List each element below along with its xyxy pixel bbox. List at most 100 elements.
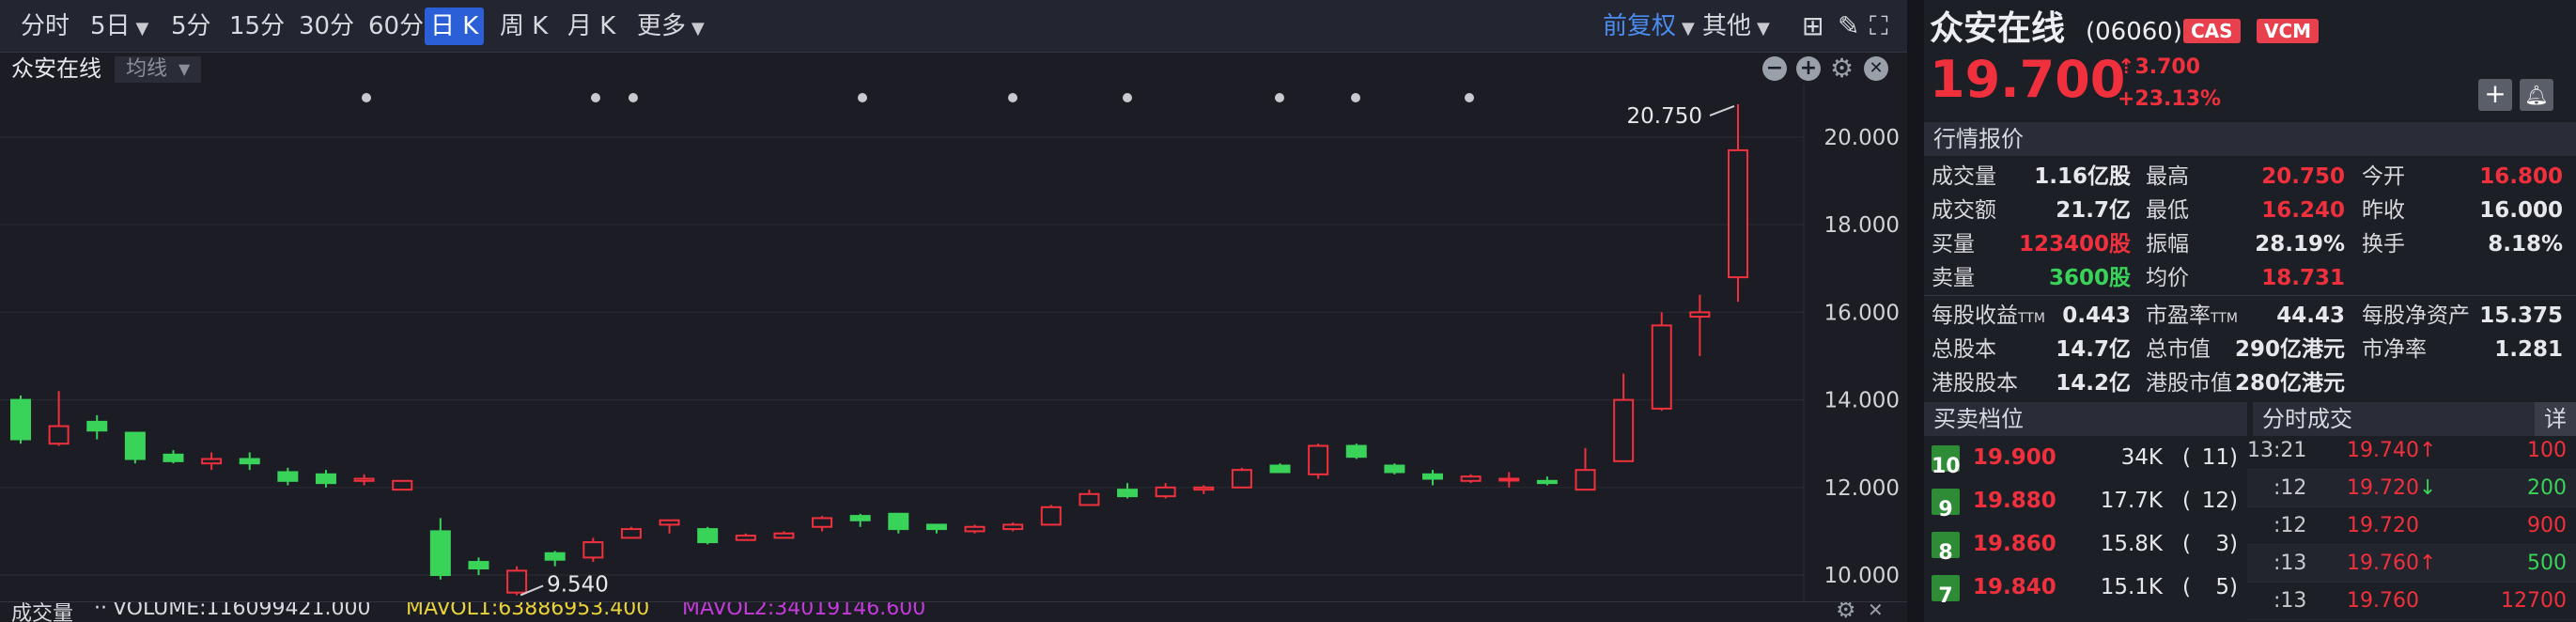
- quote-divider: [1924, 295, 2576, 296]
- period-tab-0[interactable]: 分时: [15, 8, 75, 45]
- candle-body: [10, 398, 31, 441]
- other-dropdown[interactable]: 其他 ▼: [1697, 8, 1776, 45]
- order-book-row[interactable]: 10 19.900 34K (11): [1924, 436, 2247, 479]
- candle-body: [1651, 324, 1672, 410]
- zoom-in-icon[interactable]: +: [1796, 56, 1821, 81]
- period-tab-label: 5日: [90, 12, 131, 40]
- close-icon[interactable]: ✕: [1864, 56, 1888, 81]
- add-watchlist-button[interactable]: +: [2478, 79, 2512, 111]
- grid-icon[interactable]: ⊞: [1796, 8, 1829, 45]
- trades-header: 分时成交 详: [2253, 402, 2576, 436]
- quote-value: 15.375: [2479, 303, 2563, 328]
- trade-row: :13 19.760↑ 500: [2247, 545, 2576, 583]
- trades-detail-button[interactable]: 详: [2535, 402, 2576, 436]
- fullscreen-icon[interactable]: ⛶: [1864, 8, 1894, 45]
- candle-body: [1384, 464, 1405, 474]
- trade-price: 19.740: [2347, 439, 2419, 462]
- quote-label: 均价: [2146, 261, 2189, 295]
- gear-icon[interactable]: ⚙: [1830, 54, 1854, 83]
- period-tab-6[interactable]: 日 K: [425, 8, 485, 45]
- paren-open: (: [2182, 489, 2191, 513]
- price-change-value: 3.700: [2134, 55, 2201, 79]
- order-price: 19.860: [1973, 532, 2056, 556]
- period-tab-8[interactable]: 月 K: [562, 8, 621, 45]
- quote-row: 卖量 3600股 均价 18.731: [1924, 261, 2576, 295]
- quote-panel: 众安在线 (06060) CAS VCM 19.700 ⇡3.700 +23.1…: [1924, 0, 2576, 622]
- close-icon[interactable]: ✕: [1868, 602, 1884, 621]
- candle-body: [163, 453, 184, 462]
- quote-label: 振幅: [2146, 227, 2189, 261]
- trade-row: 13:21 19.740↑ 100: [2247, 432, 2576, 470]
- paren-open: (: [2182, 575, 2191, 599]
- candle-body: [697, 528, 719, 544]
- candle-body: [620, 528, 642, 539]
- order-price: 19.840: [1973, 575, 2056, 599]
- quote-row: 港股股本 14.2亿 港股市值 280亿港元: [1924, 366, 2576, 400]
- paren-open: (: [2182, 532, 2191, 556]
- candle-body: [659, 519, 680, 526]
- chart-panel: 分时 5日 ▼ 5分 15分 30分 60分日 K周 K月 K 更多 ▼ 前复权 ▼ 其他 ▼ ⊞ ✎ ⛶ 众…: [0, 0, 1907, 622]
- min-price-label: 9.540: [547, 572, 609, 597]
- period-tab-1[interactable]: 5日 ▼: [85, 8, 154, 45]
- quote-label: 港股市值: [2146, 366, 2232, 400]
- trade-price: 19.760: [2347, 552, 2419, 575]
- period-tab-5[interactable]: 60分: [363, 8, 429, 45]
- candle-body: [48, 425, 70, 445]
- ma-selector[interactable]: 均线 ▼: [115, 56, 201, 83]
- quote-label-text: 换手: [2362, 232, 2405, 257]
- quote-label-text: 港股股本: [1932, 371, 2018, 396]
- candle-body: [468, 561, 489, 570]
- zoom-out-icon[interactable]: −: [1762, 56, 1787, 81]
- mavol2-value: MAVOL2:34019146.600: [682, 601, 926, 620]
- candle-body: [1728, 148, 1748, 279]
- order-count: 12): [2201, 489, 2238, 513]
- y-tick-label: 20.000: [1824, 126, 1900, 150]
- quote-label: 昨收: [2362, 194, 2405, 227]
- adjust-dropdown[interactable]: 前复权 ▼: [1597, 8, 1700, 45]
- quote-value: 44.43: [2276, 303, 2345, 328]
- event-marker-dot: [591, 93, 600, 102]
- panel-divider[interactable]: [1907, 0, 1924, 622]
- period-tab-3[interactable]: 15分: [224, 8, 290, 45]
- candle-body: [277, 471, 299, 482]
- quote-label: 总股本: [1932, 333, 1996, 366]
- kline-chart[interactable]: 10.000 12.000 14.000 16.000 18.000 20.000 20.7…: [0, 85, 1907, 601]
- pen-icon[interactable]: ✎: [1832, 8, 1865, 45]
- quote-label-text: 最高: [2146, 164, 2189, 189]
- order-price: 19.880: [1973, 489, 2056, 513]
- period-tab-label: 30分: [299, 12, 355, 40]
- period-tab-9[interactable]: 更多 ▼: [631, 8, 710, 45]
- quote-label: 最低: [2146, 194, 2189, 227]
- candle-body: [1002, 523, 1024, 531]
- trade-price-cell: 19.720↓: [2347, 470, 2436, 507]
- arrow-up-icon: ↑: [2418, 552, 2437, 575]
- order-book-row[interactable]: 8 19.860 15.8K (3): [1924, 522, 2247, 566]
- candle-body: [1498, 477, 1520, 482]
- period-tab-2[interactable]: 5分: [165, 8, 217, 45]
- chevron-down-icon: ▼: [135, 19, 149, 39]
- trade-price: 19.720: [2347, 514, 2419, 537]
- quote-label: 市净率: [2362, 333, 2427, 366]
- quote-value: 28.19%: [2255, 232, 2345, 257]
- order-book-row[interactable]: 9 19.880 17.7K (12): [1924, 479, 2247, 522]
- period-tab-label: 15分: [229, 12, 286, 40]
- arrow-up-icon: ⇡: [2118, 55, 2135, 79]
- candle-body: [1308, 444, 1329, 475]
- stock-code: (06060): [2086, 18, 2182, 46]
- y-tick-label: 10.000: [1824, 564, 1900, 588]
- period-tab-7[interactable]: 周 K: [494, 8, 553, 45]
- period-tab-4[interactable]: 30分: [293, 8, 360, 45]
- order-book-row[interactable]: 7 19.840 15.1K (5): [1924, 566, 2247, 609]
- gear-icon[interactable]: ⚙: [1836, 602, 1856, 622]
- dots-icon: ··: [94, 601, 107, 620]
- period-tab-label: 月 K: [567, 12, 616, 40]
- candle-body: [773, 532, 795, 539]
- arrow-up-icon: ↑: [2418, 439, 2437, 462]
- order-volume: 15.1K: [2100, 575, 2163, 599]
- bell-icon[interactable]: 🔔︎: [2520, 79, 2553, 111]
- quote-value: 8.18%: [2488, 232, 2563, 257]
- last-price: 19.700: [1930, 50, 2126, 109]
- order-count: 5): [2215, 575, 2238, 599]
- y-tick-label: 14.000: [1824, 389, 1900, 413]
- quote-label-text: 总股本: [1932, 337, 1996, 362]
